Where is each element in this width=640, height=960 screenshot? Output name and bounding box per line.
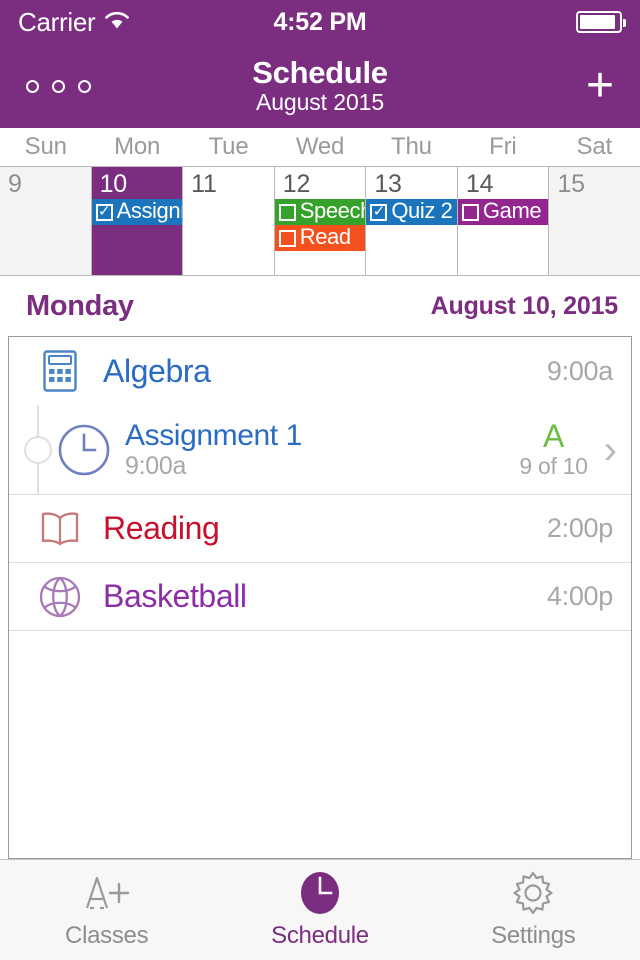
- more-options-button[interactable]: [26, 79, 91, 93]
- more-dot-icon: [78, 79, 91, 93]
- status-bar-left: Carrier: [18, 9, 130, 35]
- schedule-list: Algebra 9:00a Assignment 1 9:00a A 9 of: [8, 336, 632, 859]
- calculator-icon: [35, 350, 85, 392]
- list-item-class-algebra[interactable]: Algebra 9:00a: [9, 337, 631, 405]
- calendar-event-label: Speech: [299, 198, 367, 224]
- more-dot-icon: [52, 79, 65, 93]
- tab-bar: Classes Schedule Settings: [0, 859, 640, 960]
- checkbox-checked-icon[interactable]: ✓: [95, 203, 113, 221]
- tab-label-classes: Classes: [65, 922, 149, 949]
- class-time: 4:00p: [546, 581, 613, 611]
- calendar-event-chip[interactable]: ✓ Assignment 1: [91, 198, 183, 226]
- status-bar-right: [576, 11, 626, 33]
- weekday-label: Mon: [114, 133, 161, 160]
- tab-label-settings: Settings: [491, 922, 576, 949]
- weekday-label: Tue: [208, 133, 249, 160]
- weekday-label: Fri: [489, 133, 517, 160]
- class-title: Algebra: [103, 352, 211, 389]
- gear-icon: [509, 870, 557, 916]
- clock-filled-icon: [297, 870, 343, 916]
- task-text-group: Assignment 1 9:00a: [125, 419, 302, 481]
- calendar-event-chip[interactable]: Speech: [274, 198, 367, 226]
- clock-icon: [55, 423, 113, 477]
- check-icon: ✓: [97, 203, 111, 221]
- class-time: 9:00a: [546, 355, 613, 386]
- checkbox-empty-icon[interactable]: [278, 229, 296, 247]
- weekday-label: Sun: [24, 133, 67, 160]
- tab-label-schedule: Schedule: [271, 922, 369, 949]
- status-bar: Carrier 4:52 PM: [0, 0, 640, 44]
- battery-fill: [580, 15, 615, 29]
- calendar-event-label: Assignment 1: [116, 198, 183, 224]
- calendar-day-number: 15: [557, 170, 585, 198]
- list-item-class-basketball[interactable]: Basketball 4:00p: [9, 563, 631, 631]
- calendar-day-cell[interactable]: 15: [549, 167, 640, 275]
- weekday-label: Thu: [391, 133, 432, 160]
- calendar-event-chip[interactable]: ✓ Quiz 2: [366, 198, 457, 226]
- list-item-class-reading[interactable]: Reading 2:00p: [9, 495, 631, 563]
- week-days-row: 910✓Assignment 11112SpeechRead13✓Quiz 21…: [0, 166, 640, 276]
- calendar-day-number: 9: [8, 170, 22, 198]
- calendar-day-cell[interactable]: 13 ✓ Quiz 2: [366, 167, 458, 275]
- tab-classes[interactable]: Classes: [0, 860, 213, 960]
- class-time: 2:00p: [546, 513, 613, 543]
- task-score: 9 of 10: [519, 452, 588, 479]
- calendar-day-events: Speech Read: [274, 198, 367, 252]
- navigation-bar: Schedule August 2015 +: [0, 44, 640, 128]
- basketball-icon: [35, 576, 85, 618]
- more-dot-icon: [26, 79, 39, 93]
- calendar-day-cell[interactable]: 10 ✓ Assignment 1: [91, 167, 184, 275]
- selected-date-label: August 10, 2015: [430, 291, 619, 320]
- calendar-day-number: 12: [282, 170, 311, 198]
- calendar-event-chip[interactable]: Game: [457, 198, 549, 226]
- list-item-task-assignment-1[interactable]: Assignment 1 9:00a A 9 of 10 ›: [9, 404, 631, 495]
- page-subtitle: August 2015: [255, 89, 385, 116]
- class-title: Reading: [103, 510, 220, 546]
- task-title: Assignment 1: [125, 418, 302, 452]
- calendar-day-cell[interactable]: 9: [0, 167, 92, 275]
- calendar-event-chip[interactable]: Read: [274, 224, 366, 252]
- task-grade: A: [543, 418, 565, 455]
- carrier-label: Carrier: [18, 7, 96, 37]
- battery-icon: [576, 11, 626, 33]
- calendar-event-label: Quiz 2: [391, 198, 453, 224]
- selected-weekday-label: Monday: [26, 289, 134, 322]
- timeline-node: [24, 435, 52, 464]
- calendar-day-number: 13: [374, 170, 402, 198]
- checkbox-empty-icon[interactable]: [461, 203, 479, 221]
- nav-title-group: Schedule August 2015: [0, 44, 640, 128]
- calendar-day-events: ✓ Assignment 1: [91, 198, 183, 226]
- calendar-day-events: ✓ Quiz 2: [366, 198, 457, 226]
- calendar-event-label: Read: [299, 224, 351, 250]
- checkbox-empty-icon[interactable]: [278, 203, 296, 221]
- tab-schedule[interactable]: Schedule: [213, 860, 426, 960]
- calendar-day-number: 11: [191, 170, 217, 198]
- wifi-icon: [104, 10, 130, 35]
- add-button[interactable]: +: [586, 62, 614, 110]
- calendar-day-number: 14: [465, 170, 494, 198]
- task-grade-group: A 9 of 10: [519, 418, 593, 479]
- timeline-connector: [21, 404, 55, 495]
- selected-day-header: Monday August 10, 2015: [0, 276, 640, 336]
- page-title: Schedule: [252, 54, 388, 90]
- checkbox-checked-icon[interactable]: ✓: [370, 203, 388, 221]
- weekday-label: Wed: [295, 133, 345, 160]
- calendar-day-cell[interactable]: 12 Speech Read: [274, 167, 367, 275]
- week-calendar: Sun Mon Tue Wed Thu Fri Sat 9 10 ✓ Assignme…: [0, 128, 640, 276]
- check-icon: ✓: [372, 203, 386, 221]
- task-time: 9:00a: [125, 451, 187, 480]
- calendar-day-cell[interactable]: 14 Game: [457, 167, 550, 275]
- weekday-header-row: Sun Mon Tue Wed Thu Fri Sat: [0, 128, 640, 166]
- calendar-day-cell[interactable]: 11: [183, 167, 275, 275]
- app-screen: Carrier 4:52 PM Schedule August 2015 + S…: [0, 0, 640, 960]
- class-title: Basketball: [103, 578, 247, 614]
- grade-a-plus-icon: [81, 870, 133, 916]
- tab-settings[interactable]: Settings: [427, 860, 640, 960]
- book-icon: [35, 510, 85, 548]
- calendar-day-events: Game: [457, 198, 549, 226]
- calendar-event-label: Game: [482, 198, 542, 224]
- chevron-right-icon: ›: [603, 427, 617, 472]
- calendar-day-number: 10: [99, 170, 128, 198]
- weekday-label: Sat: [576, 133, 613, 160]
